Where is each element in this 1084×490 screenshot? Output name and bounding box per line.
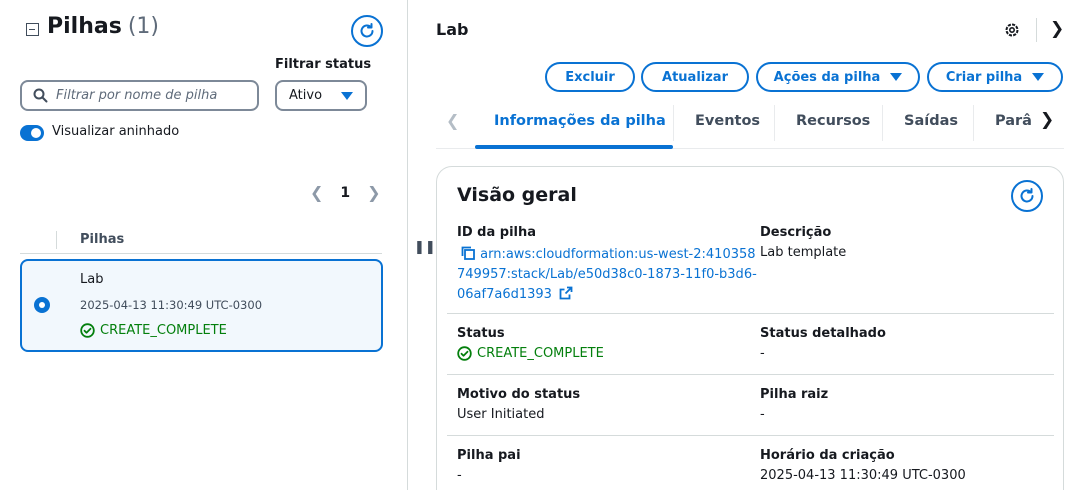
overview-container: Visão geral ID da pilha arn:aws:cloudfor…: [436, 166, 1064, 490]
refresh-icon: [360, 23, 374, 38]
collapse-icon[interactable]: [26, 23, 39, 36]
status-reason-label: Motivo do status: [457, 387, 581, 402]
delete-button[interactable]: Excluir: [545, 62, 635, 92]
stack-status: CREATE_COMPLETE: [80, 323, 227, 338]
gear-icon[interactable]: [1003, 21, 1021, 43]
description-label: Descrição: [760, 225, 832, 240]
selected-radio[interactable]: [34, 297, 50, 313]
caret-down-icon: [890, 73, 903, 81]
detailed-status-label: Status detalhado: [760, 326, 886, 341]
nested-view-toggle[interactable]: [20, 125, 44, 141]
chevron-right-icon[interactable]: ❯: [1050, 19, 1064, 39]
status-filter-select[interactable]: Ativo: [275, 80, 367, 111]
check-circle-icon: [457, 346, 472, 361]
stack-name[interactable]: Lab: [80, 272, 103, 287]
tab-outputs[interactable]: Saídas: [904, 113, 958, 129]
creation-time-value: 2025-04-13 11:30:49 UTC-0300: [760, 468, 966, 483]
chevron-left-icon[interactable]: ❮: [310, 183, 323, 202]
external-link-icon[interactable]: [559, 286, 573, 300]
stack-created-time: 2025-04-13 11:30:49 UTC-0300: [80, 298, 263, 312]
root-stack-label: Pilha raiz: [760, 387, 829, 402]
tab-divider: [973, 105, 974, 141]
parent-stack-label: Pilha pai: [457, 448, 521, 463]
header-divider: [1036, 18, 1037, 42]
stack-arn-text[interactable]: arn:aws:cloudformation:us-west-2:4103587…: [457, 247, 757, 302]
create-stack-label: Criar pilha: [945, 69, 1023, 85]
parent-stack-value: -: [457, 468, 462, 483]
description-value: Lab template: [760, 245, 847, 260]
panel-title: Pilhas (1): [47, 14, 159, 39]
status-reason-value: User Initiated: [457, 407, 545, 422]
stacks-panel: Pilhas(1) Filtrar status Ativo Visualiza…: [0, 0, 408, 490]
caret-down-icon: [341, 91, 353, 100]
column-header-stacks[interactable]: Pilhas: [80, 232, 124, 247]
status-value: CREATE_COMPLETE: [457, 346, 604, 361]
update-button[interactable]: Atualizar: [641, 62, 749, 92]
pagination: ❮ 1 ❯: [310, 183, 381, 202]
stack-count: (1): [127, 14, 159, 39]
stack-actions-label: Ações da pilha: [773, 69, 881, 85]
overview-title: Visão geral: [457, 184, 577, 206]
stack-status-text: CREATE_COMPLETE: [100, 323, 227, 338]
caret-down-icon: [1032, 73, 1045, 81]
refresh-icon: [1020, 188, 1034, 203]
check-circle-icon: [80, 323, 95, 338]
tab-divider: [774, 105, 775, 141]
stack-list-item[interactable]: Lab 2025-04-13 11:30:49 UTC-0300 CREATE_…: [20, 259, 383, 352]
refresh-overview-button[interactable]: [1011, 180, 1043, 212]
copy-icon[interactable]: [460, 245, 476, 261]
column-divider: [56, 231, 57, 249]
refresh-stacks-button[interactable]: [351, 15, 383, 47]
tab-divider: [882, 105, 883, 141]
chevron-right-icon[interactable]: ❯: [1040, 110, 1054, 130]
tab-divider: [673, 105, 674, 141]
search-icon: [33, 88, 48, 103]
tab-stack-info[interactable]: Informações da pilha: [494, 113, 666, 129]
row-divider: [447, 435, 1054, 436]
chevron-left-icon[interactable]: ❮: [446, 111, 459, 130]
stack-actions-dropdown[interactable]: Ações da pilha: [756, 62, 920, 92]
chevron-right-icon[interactable]: ❯: [367, 183, 380, 202]
stack-id-label: ID da pilha: [457, 225, 537, 240]
active-tab-indicator: [475, 145, 673, 149]
table-header: Pilhas: [20, 228, 382, 254]
nested-view-label: Visualizar aninhado: [52, 124, 180, 139]
status-value-text: CREATE_COMPLETE: [477, 346, 604, 361]
page-number[interactable]: 1: [340, 185, 350, 201]
detail-tabs: ❮ Informações da pilha Eventos Recursos …: [436, 101, 1064, 149]
stack-detail-title: Lab: [436, 20, 469, 39]
tab-events[interactable]: Eventos: [695, 113, 760, 129]
row-divider: [447, 313, 1054, 314]
search-input[interactable]: [56, 88, 246, 103]
status-filter-value: Ativo: [289, 88, 323, 103]
create-stack-dropdown[interactable]: Criar pilha: [927, 62, 1063, 92]
creation-time-label: Horário da criação: [760, 448, 895, 463]
stack-search-field[interactable]: [20, 80, 259, 111]
tab-resources[interactable]: Recursos: [796, 113, 870, 129]
resize-handle-icon[interactable]: ❚❚: [414, 240, 436, 255]
detailed-status-value: -: [760, 346, 765, 361]
filter-status-label: Filtrar status: [275, 57, 372, 72]
panel-title-text: Pilhas: [47, 14, 122, 39]
root-stack-value: -: [760, 407, 765, 422]
row-divider: [447, 374, 1054, 375]
status-label: Status: [457, 326, 505, 341]
stack-id-value: arn:aws:cloudformation:us-west-2:4103587…: [457, 245, 757, 305]
tab-parameters[interactable]: Parâ: [995, 113, 1033, 129]
